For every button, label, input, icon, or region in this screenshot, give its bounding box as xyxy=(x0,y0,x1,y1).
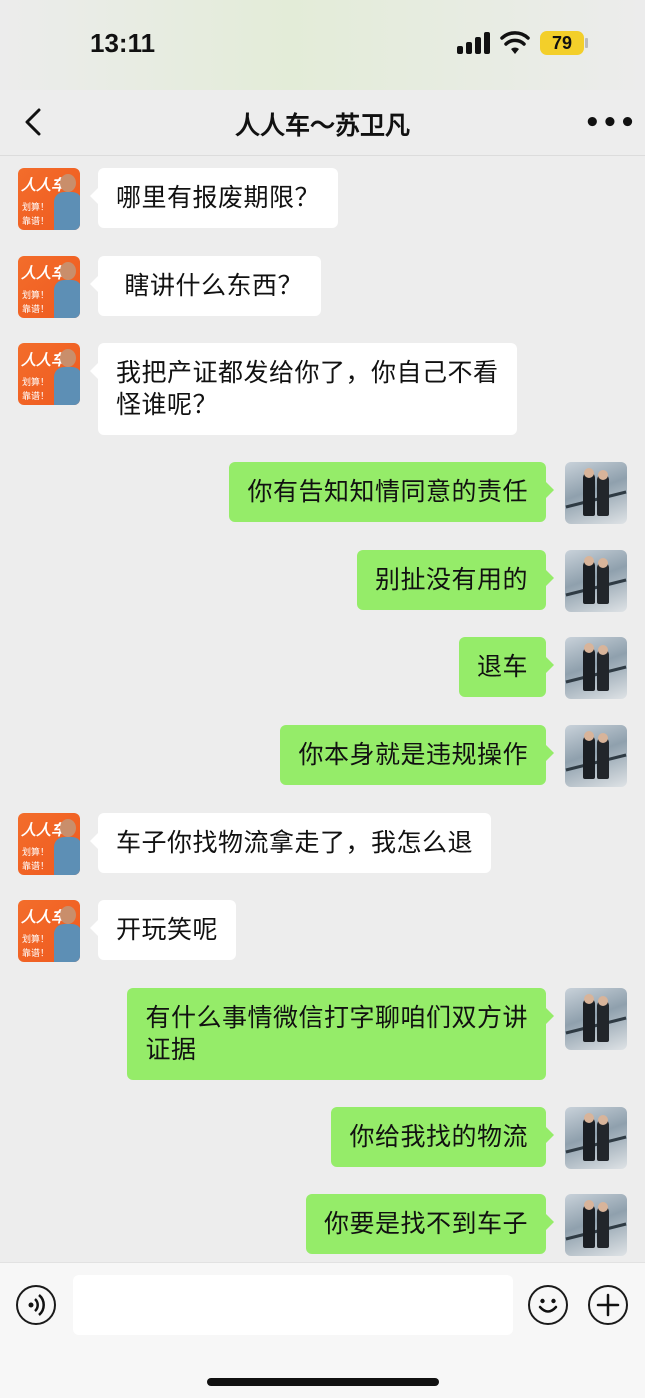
avatar-photo-person xyxy=(583,998,595,1042)
avatar-photo-head xyxy=(598,558,608,568)
home-indicator xyxy=(207,1378,439,1386)
avatar-photo-head xyxy=(584,1113,594,1123)
user-avatar[interactable] xyxy=(565,1194,627,1256)
user-avatar[interactable] xyxy=(565,462,627,524)
avatar-tagline: 靠谱！ xyxy=(22,217,50,227)
avatar-photo-head xyxy=(598,733,608,743)
avatar-photo-head xyxy=(584,731,594,741)
avatar-photo-head xyxy=(598,1202,608,1212)
avatar-photo-person xyxy=(597,649,609,691)
avatar-photo-head xyxy=(584,994,594,1004)
user-avatar[interactable] xyxy=(565,725,627,787)
avatar-photo-rail xyxy=(565,1135,627,1154)
avatar-photo-person xyxy=(583,560,595,604)
incoming-message-bubble[interactable]: 车子你找物流拿走了，我怎么退 xyxy=(89,813,492,873)
message-input[interactable] xyxy=(73,1275,513,1335)
avatar-person xyxy=(54,367,80,405)
avatar-person xyxy=(54,192,80,230)
contact-avatar[interactable]: 人人车 划算！ 靠谱！ xyxy=(18,168,80,230)
user-avatar[interactable] xyxy=(565,637,627,699)
status-bar: 13:11 79 xyxy=(0,0,645,90)
voice-icon[interactable] xyxy=(16,1285,56,1325)
contact-avatar[interactable]: 人人车 划算！ 靠谱！ xyxy=(18,343,80,405)
avatar-photo-person xyxy=(583,1117,595,1161)
incoming-message-bubble[interactable]: 哪里有报废期限？ xyxy=(89,168,339,228)
avatar-person xyxy=(54,924,80,962)
avatar-person-head xyxy=(60,262,76,280)
avatar-tagline: 靠谱！ xyxy=(22,392,50,402)
plus-icon[interactable] xyxy=(588,1285,628,1325)
chat-header: 人人车～苏卫凡 ••• xyxy=(0,90,645,156)
avatar-person-head xyxy=(60,906,76,924)
outgoing-message-bubble[interactable]: 别扯没有用的 xyxy=(356,550,555,610)
wifi-icon xyxy=(500,31,530,54)
avatar-photo-rail xyxy=(565,753,627,772)
outgoing-message-bubble[interactable]: 你本身就是违规操作 xyxy=(280,725,554,785)
avatar-tagline: 划算！ xyxy=(22,935,50,945)
avatar-photo-person xyxy=(597,562,609,604)
outgoing-message-bubble[interactable]: 你给我找的物流 xyxy=(331,1107,554,1167)
avatar-person-head xyxy=(60,349,76,367)
avatar-photo-head xyxy=(598,1115,608,1125)
incoming-message-bubble[interactable]: 瞎讲什么东西？ xyxy=(90,256,321,316)
avatar-tagline: 靠谱！ xyxy=(22,949,50,959)
avatar-person-head xyxy=(60,174,76,192)
emoji-icon[interactable] xyxy=(528,1285,568,1325)
avatar-photo-rail xyxy=(565,1016,627,1035)
avatar-photo-person xyxy=(597,1119,609,1161)
avatar-photo-person xyxy=(597,474,609,516)
avatar-tagline: 划算！ xyxy=(22,848,50,858)
user-avatar[interactable] xyxy=(565,988,627,1050)
avatar-photo-rail xyxy=(565,1222,627,1241)
avatar-photo-person xyxy=(583,472,595,516)
user-avatar[interactable] xyxy=(565,1107,627,1169)
avatar-photo-person xyxy=(583,647,595,691)
user-avatar[interactable] xyxy=(565,550,627,612)
contact-avatar[interactable]: 人人车 划算！ 靠谱！ xyxy=(18,900,80,962)
avatar-photo-rail xyxy=(565,578,627,597)
avatar-tagline: 划算！ xyxy=(22,378,50,388)
avatar-photo-head xyxy=(584,1200,594,1210)
avatar-photo-head xyxy=(584,643,594,653)
incoming-message-bubble[interactable]: 开玩笑呢 xyxy=(89,900,237,960)
outgoing-message-bubble[interactable]: 有什么事情微信打字聊咱们双方讲 证据 xyxy=(127,988,554,1080)
outgoing-message-bubble[interactable]: 退车 xyxy=(458,637,555,697)
avatar-photo-person xyxy=(597,1000,609,1042)
avatar-photo-head xyxy=(584,468,594,478)
avatar-photo-person xyxy=(597,1206,609,1248)
more-horizontal-icon[interactable]: ••• xyxy=(584,108,636,138)
avatar-photo-person xyxy=(583,1204,595,1248)
signal-icon xyxy=(457,32,493,54)
outgoing-message-bubble[interactable]: 你有告知知情同意的责任 xyxy=(229,462,554,522)
avatar-tagline: 靠谱！ xyxy=(22,862,50,872)
avatar-photo-head xyxy=(584,556,594,566)
battery-tip xyxy=(585,38,588,48)
avatar-photo-person xyxy=(583,735,595,779)
avatar-photo-head xyxy=(598,470,608,480)
contact-avatar[interactable]: 人人车 划算！ 靠谱！ xyxy=(18,813,80,875)
contact-avatar[interactable]: 人人车 划算！ 靠谱！ xyxy=(18,256,80,318)
incoming-message-bubble[interactable]: 我把产证都发给你了，你自己不看 怪谁呢？ xyxy=(90,343,517,435)
avatar-photo-person xyxy=(597,737,609,779)
battery-level: 79 xyxy=(540,31,584,55)
avatar-photo-rail xyxy=(565,665,627,684)
avatar-photo-head xyxy=(598,996,608,1006)
status-time: 13:11 xyxy=(90,28,156,58)
avatar-person xyxy=(54,280,80,318)
avatar-tagline: 划算！ xyxy=(22,203,50,213)
avatar-tagline: 靠谱！ xyxy=(22,305,50,315)
avatar-person xyxy=(54,837,80,875)
avatar-person-head xyxy=(60,819,76,837)
avatar-photo-rail xyxy=(565,490,627,509)
outgoing-message-bubble[interactable]: 你要是找不到车子 xyxy=(305,1194,555,1254)
avatar-photo-head xyxy=(598,645,608,655)
avatar-tagline: 划算！ xyxy=(22,291,50,301)
input-bar xyxy=(0,1262,645,1398)
chat-title: 人人车～苏卫凡 xyxy=(234,111,410,140)
